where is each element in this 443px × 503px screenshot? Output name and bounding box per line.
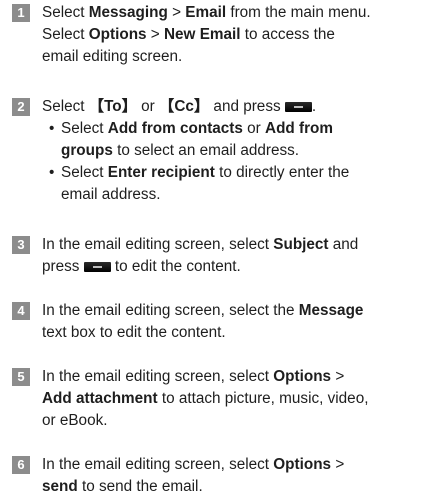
bullet-marker: • (49, 164, 55, 181)
step-line: Select Messaging > Email from the main m… (42, 4, 371, 21)
bullet-marker: • (49, 120, 55, 137)
bold-term: groups (61, 142, 113, 159)
step-number: 6 (12, 456, 30, 474)
bold-term: Messaging (88, 4, 168, 21)
step-line: press to edit the content. (42, 258, 241, 275)
bold-term: Add from contacts (107, 120, 243, 137)
step-line: In the email editing screen, select Opti… (42, 456, 345, 473)
bold-term: Message (298, 302, 364, 319)
step-line: Add attachment to attach picture, music,… (42, 390, 369, 407)
bold-term: Options (273, 368, 332, 385)
instructions-page: 1 Select Messaging > Email from the main… (0, 0, 443, 503)
bold-term: Enter recipient (107, 164, 215, 181)
step-line: or eBook. (42, 412, 108, 429)
step-line: Select 【To】 or 【Cc】 and press . (42, 98, 317, 115)
step-number: 1 (12, 4, 30, 22)
bold-term: send (42, 478, 78, 495)
bold-term: Email (185, 4, 227, 21)
step-line: send to send the email. (42, 478, 203, 495)
step-line: email editing screen. (42, 48, 183, 65)
step-line: Select Options > New Email to access the (42, 26, 335, 43)
bold-term: Subject (273, 236, 329, 253)
step-number: 5 (12, 368, 30, 386)
bullet-line: groups to select an email address. (61, 142, 300, 159)
bold-term: 【Cc】 (159, 98, 210, 115)
bold-term: Options (88, 26, 147, 43)
bold-term: New Email (164, 26, 241, 43)
menu-key-icon (284, 102, 312, 112)
menu-key-icon (83, 262, 111, 272)
bullet-line: Select Add from contacts or Add from (61, 120, 333, 137)
step-line: In the email editing screen, select Opti… (42, 368, 345, 385)
step-line: In the email editing screen, select Subj… (42, 236, 359, 253)
bold-term: 【To】 (88, 98, 137, 115)
bold-term: Add from (265, 120, 333, 137)
step-number: 2 (12, 98, 30, 116)
bullet-line: email address. (61, 186, 161, 203)
bold-term: Options (273, 456, 332, 473)
step-line: In the email editing screen, select the … (42, 302, 364, 319)
step-line: text box to edit the content. (42, 324, 226, 341)
step-number: 4 (12, 302, 30, 320)
bold-term: Add attachment (42, 390, 158, 407)
bullet-line: Select Enter recipient to directly enter… (61, 164, 350, 181)
step-number: 3 (12, 236, 30, 254)
